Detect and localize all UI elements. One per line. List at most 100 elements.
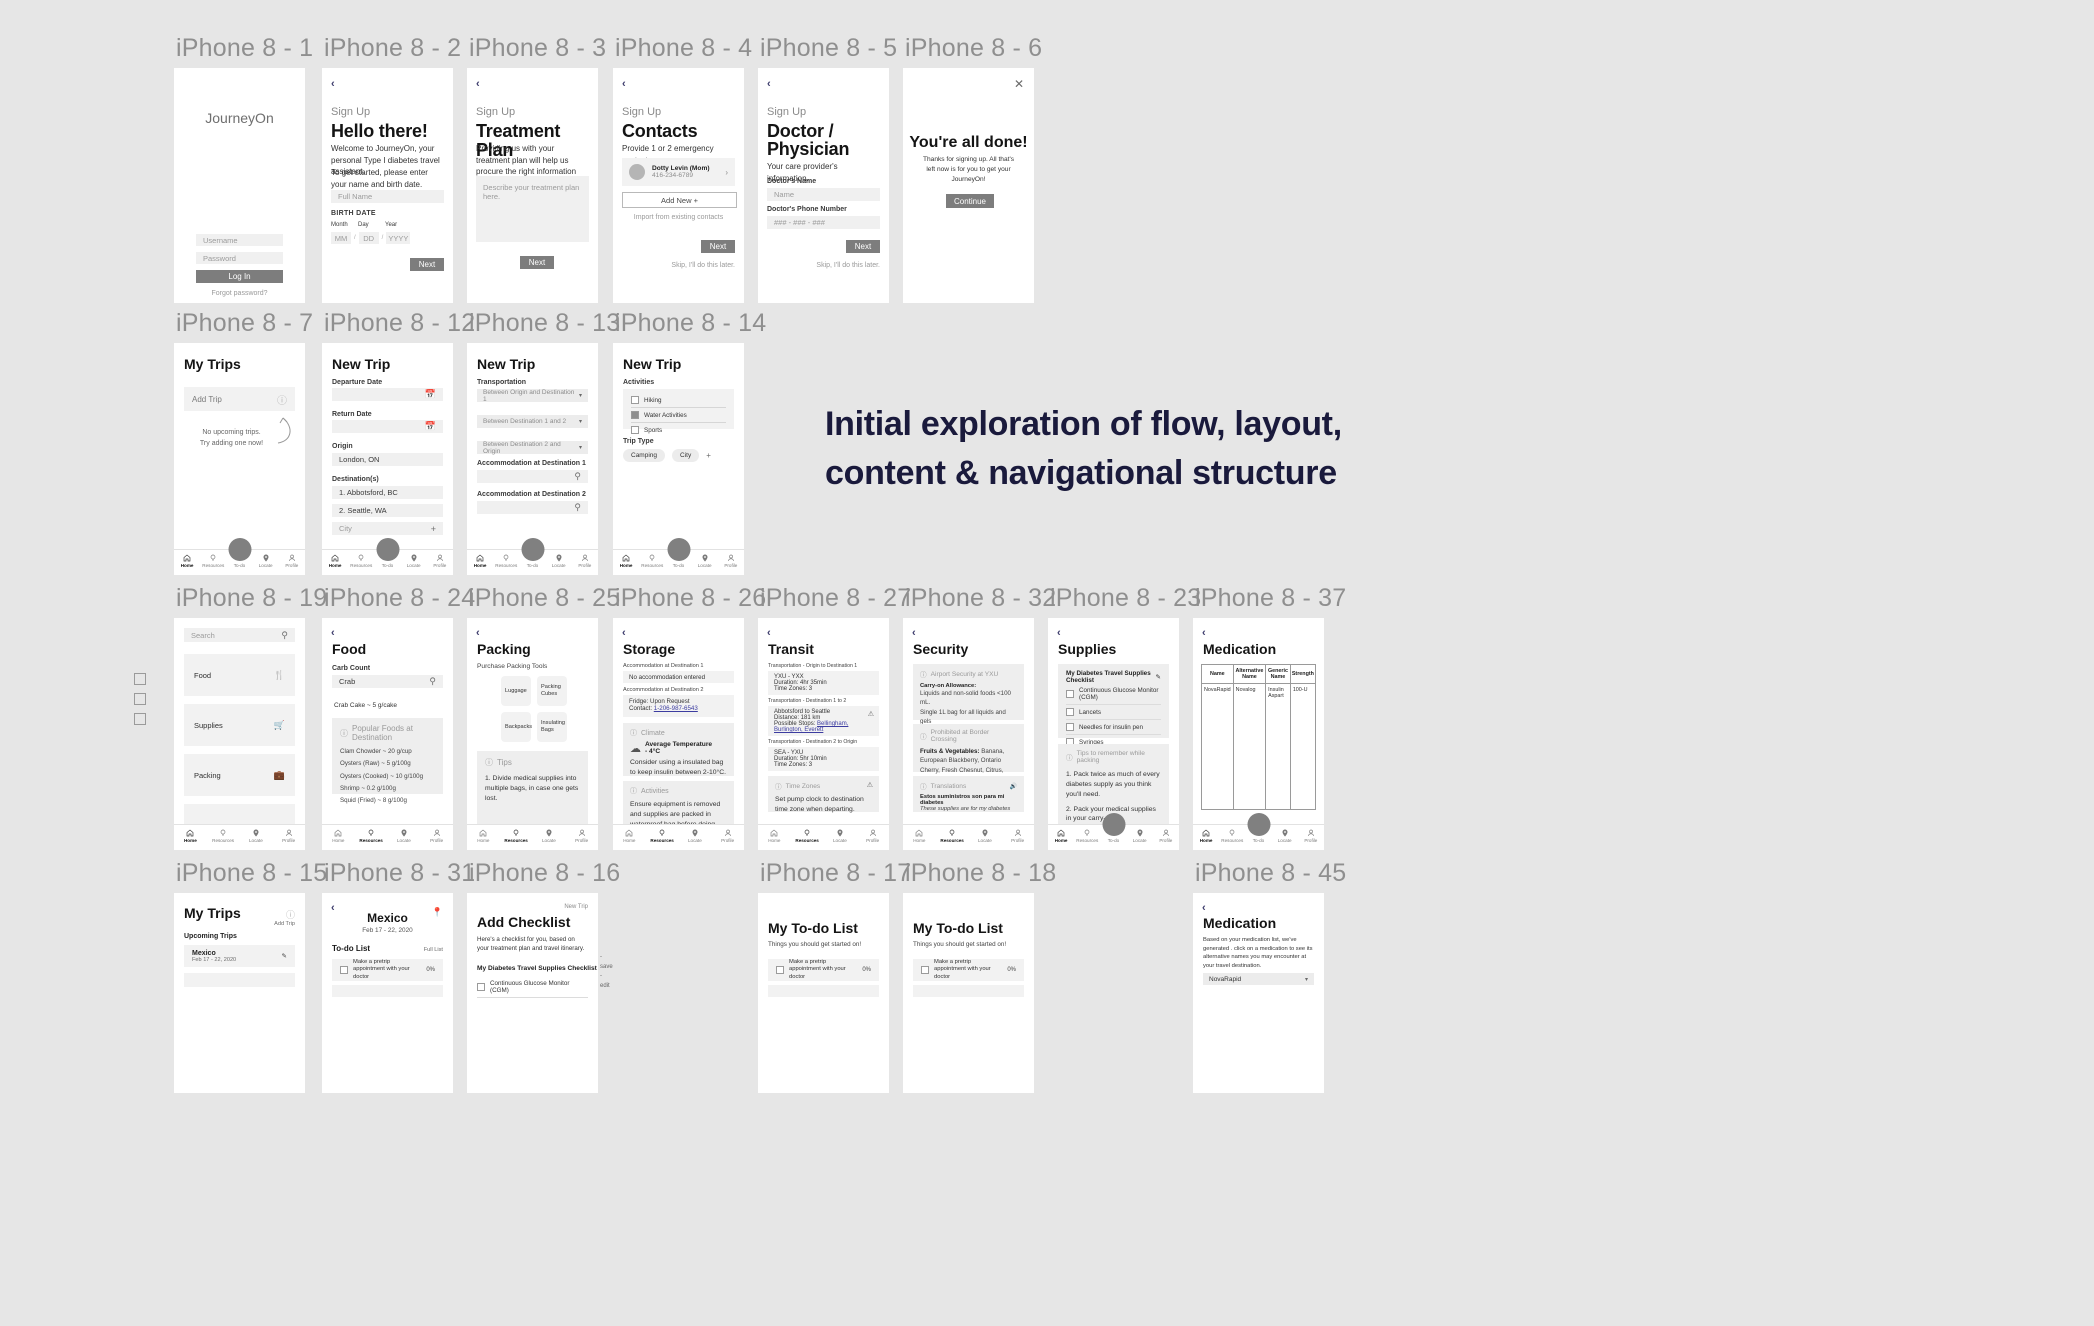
back-icon[interactable]: ‹ [622,627,626,639]
tab-home[interactable]: Home [467,553,493,568]
checkbox-icon[interactable] [477,983,485,991]
skip-link[interactable]: Skip, I'll do this later. [622,262,735,269]
pin-icon[interactable]: 📍 [432,907,443,918]
tab-locate[interactable]: Locate [692,553,718,568]
back-icon[interactable]: ‹ [1202,902,1206,914]
add-trip-row[interactable]: Add Trip ⓘ [184,387,295,411]
add-fab-button[interactable] [376,538,399,561]
back-icon[interactable]: ‹ [331,78,335,90]
acc2-phone-link[interactable]: 1-206-987-6543 [654,705,698,712]
add-fab-button[interactable] [521,538,544,561]
packing-tool-insulating[interactable]: Insulating Bags [537,712,567,742]
tab-locate[interactable]: Locate [972,828,998,843]
next-button[interactable]: Next [701,240,735,253]
resource-card-partial[interactable] [184,804,295,826]
tab-profile[interactable]: Profile [276,828,302,843]
add-new-contact-button[interactable]: Add New + [622,192,737,208]
tab-locate[interactable]: Locate [827,828,853,843]
tab-resources[interactable]: Resources [493,553,519,568]
todo-row-partial[interactable] [332,985,443,997]
tab-profile[interactable]: Profile [279,553,305,568]
tab-home[interactable]: Home [322,553,348,568]
accommodation-2-input[interactable]: ⚲ [477,501,588,514]
add-fab-button[interactable] [667,538,690,561]
checklist-row[interactable]: Continuous Glucose Monitor (CGM) [477,977,588,998]
add-icon[interactable]: + [431,524,436,534]
edit-icon[interactable]: ✎ [282,952,287,960]
resource-card-packing[interactable]: Packing 💼 [184,754,295,796]
food-search-input[interactable]: Crab ⚲ [332,675,443,688]
transport-select-2[interactable]: Between Destination 1 and 2 ▾ [477,415,588,428]
tab-home[interactable]: Home [761,828,787,843]
skip-link[interactable]: Skip, I'll do this later. [767,262,880,269]
activity-row[interactable]: Sports [631,423,726,437]
tab-profile[interactable]: Profile [569,828,595,843]
tab-resources[interactable]: Resources [200,553,226,568]
add-fab-button[interactable] [1247,813,1270,836]
trip-type-pill-city[interactable]: City [672,449,700,462]
todo-row-partial[interactable] [768,985,879,997]
checkbox-icon[interactable] [340,966,348,974]
trip-row-partial[interactable] [184,973,295,987]
destination-2-input[interactable]: 2. Seattle, WA [332,504,443,517]
packing-tool-luggage[interactable]: Luggage [501,676,531,706]
tab-resources[interactable]: Resources [503,828,529,843]
tab-resources[interactable]: Resources [1219,828,1245,843]
tab-home[interactable]: Home [613,553,639,568]
close-icon[interactable]: ✕ [1014,77,1024,91]
table-row[interactable]: NovaRapid Novalog Insulin Aspart 100-U [1201,683,1317,810]
tab-locate[interactable]: Locate [536,828,562,843]
month-input[interactable]: MM [331,232,351,244]
todo-row[interactable]: Make a pretrip appointment with your doc… [768,959,879,981]
tab-profile[interactable]: Profile [427,553,453,568]
checkbox-icon[interactable] [631,426,639,434]
login-button[interactable]: Log In [196,270,283,283]
todo-row-partial[interactable] [913,985,1024,997]
tab-home[interactable]: Home [174,553,200,568]
checkbox-icon[interactable] [1066,723,1074,731]
tab-locate[interactable]: Locate [1127,828,1153,843]
resource-card-supplies[interactable]: Supplies 🛒 [184,704,295,746]
add-trip-type-icon[interactable]: + [706,451,711,460]
continue-button[interactable]: Continue [946,194,994,208]
tab-home[interactable]: Home [616,828,642,843]
tab-profile[interactable]: Profile [1298,828,1324,843]
full-list-link[interactable]: Full List [424,947,443,953]
add-circle-icon[interactable]: ⓘ [277,392,287,407]
medication-select[interactable]: NovaRapid ▾ [1203,973,1314,985]
tab-home[interactable]: Home [1048,828,1074,843]
back-icon[interactable]: ‹ [1202,627,1206,639]
tab-resources[interactable]: Resources [794,828,820,843]
username-input[interactable]: Username [196,234,283,246]
tab-locate[interactable]: Locate [1272,828,1298,843]
checkbox-icon[interactable] [631,411,639,419]
tab-resources[interactable]: Resources [358,828,384,843]
edit-icon[interactable]: ✎ [1156,673,1161,681]
tab-home[interactable]: Home [177,828,203,843]
tab-resources[interactable]: Resources [939,828,965,843]
next-button[interactable]: Next [520,256,554,269]
back-icon[interactable]: ‹ [767,627,771,639]
back-icon[interactable]: ‹ [331,627,335,639]
back-icon[interactable]: ‹ [476,627,480,639]
forgot-password-link[interactable]: Forgot password? [196,290,283,297]
destination-city-input[interactable]: City + [332,522,443,535]
departure-date-input[interactable]: 📅 [332,388,443,401]
checkbox-icon[interactable] [1066,690,1074,698]
add-fab-button[interactable] [228,538,251,561]
resource-card-food[interactable]: Food 🍴 [184,654,295,696]
tab-resources[interactable]: Resources [210,828,236,843]
contact-row[interactable]: Dotty Levin (Mom) 416-234-6789 › [622,158,735,186]
full-name-input[interactable]: Full Name [331,190,444,203]
origin-input[interactable]: London, ON [332,453,443,466]
tab-profile[interactable]: Profile [1005,828,1031,843]
destination-1-input[interactable]: 1. Abbotsford, BC [332,486,443,499]
todo-row[interactable]: Make a pretrip appointment with your doc… [913,959,1024,981]
tab-profile[interactable]: Profile [860,828,886,843]
trip-row-mexico[interactable]: Mexico Feb 17 - 22, 2020 ✎ [184,945,295,967]
accommodation-1-input[interactable]: ⚲ [477,470,588,483]
tab-resources[interactable]: Resources [348,553,374,568]
tab-resources[interactable]: Resources [649,828,675,843]
doctor-name-input[interactable]: Name [767,188,880,201]
return-date-input[interactable]: 📅 [332,420,443,433]
